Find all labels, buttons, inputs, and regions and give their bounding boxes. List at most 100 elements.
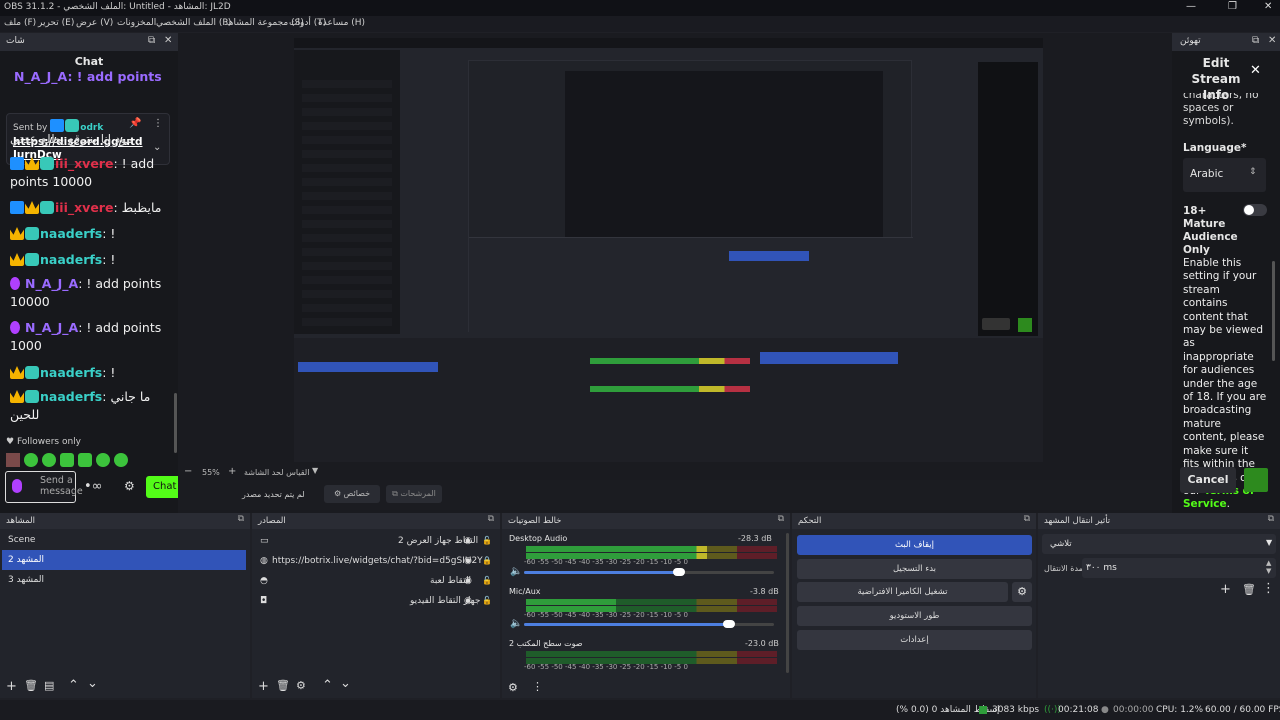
emote-row[interactable] [6, 453, 156, 467]
volume-knob[interactable] [673, 568, 685, 576]
trash-icon[interactable]: 🗑 [1242, 583, 1256, 596]
source-item[interactable]: ◓ التقاط لعبة ◉ 🔓 [252, 571, 496, 591]
move-down-icon[interactable]: ⌄ [340, 676, 351, 691]
float-icon[interactable]: ⧉ [1268, 514, 1274, 524]
context-bar: لم يتم تحديد مصدر ⚙ خصائص ⧉ المرشحات [178, 480, 1172, 510]
zoom-mode[interactable]: القياس لحد الشاشة [244, 468, 309, 477]
float-icon[interactable]: ⧉ [1024, 514, 1030, 524]
settings-button[interactable]: إعدادات [797, 630, 1032, 650]
move-up-icon[interactable]: ⌃ [322, 678, 333, 693]
menu-profile[interactable]: الملف الشخصي (P) [156, 18, 231, 28]
language-select[interactable]: Arabic ⇕ [1183, 158, 1266, 192]
more-icon[interactable]: ⋮ [532, 680, 543, 693]
properties-button[interactable]: ⚙ خصائص [324, 485, 380, 503]
studio-mode-button[interactable]: طور الاستوديو [797, 606, 1032, 626]
live-time: 00:21:08 [1058, 705, 1099, 715]
eye-icon[interactable]: ◉ [464, 531, 472, 551]
menu-docks[interactable]: المخزونات [117, 18, 156, 28]
filter-icon[interactable]: ▤ [44, 679, 54, 692]
source-item[interactable]: ▭ التقاط جهاز العرض 2 ◉ 🔓 [252, 531, 496, 551]
close-icon[interactable]: ✕ [1264, 1, 1272, 12]
mixer-scrollbar[interactable] [786, 533, 789, 673]
move-up-icon[interactable]: ⌃ [68, 678, 79, 693]
zoom-out-icon[interactable]: − [184, 466, 192, 477]
save-button[interactable] [1244, 468, 1268, 492]
track-name: صوت سطح المكتب 2 [509, 639, 583, 648]
points-icon[interactable]: •∞ [84, 479, 103, 494]
add-icon[interactable]: + [258, 679, 269, 694]
zoom-in-icon[interactable]: + [228, 466, 236, 477]
scene-item[interactable]: المشهد 2 [2, 550, 246, 570]
record-time: 00:00:00 [1113, 705, 1154, 715]
speaker-icon[interactable]: 🔈 [510, 618, 522, 629]
float-icon[interactable]: ⧉ [238, 514, 244, 524]
float-icon[interactable]: ⧉ [1252, 35, 1259, 46]
chat-input[interactable]: Send a message [5, 471, 83, 503]
level-meter-fill [526, 599, 617, 605]
trash-icon[interactable]: 🗑 [24, 679, 38, 692]
pin-icon[interactable]: 📌 [129, 118, 141, 129]
chevron-down-icon[interactable]: ⌄ [153, 142, 161, 153]
add-icon[interactable]: + [1220, 582, 1231, 597]
eye-icon[interactable]: ◉ [464, 571, 472, 591]
lock-icon[interactable]: 🔒 [482, 551, 492, 571]
volume-knob[interactable] [723, 620, 735, 628]
sub-badge-icon [25, 390, 39, 403]
minimize-icon[interactable]: — [1186, 1, 1196, 12]
maximize-icon[interactable]: ❐ [1228, 1, 1237, 12]
gear-icon[interactable]: ⚙ [296, 679, 306, 692]
stop-stream-button[interactable]: إيقاف البث [797, 535, 1032, 555]
add-icon[interactable]: + [6, 679, 17, 694]
eye-icon[interactable]: ◉ [464, 551, 472, 571]
lock-icon[interactable]: 🔓 [482, 571, 492, 591]
gear-icon[interactable]: ⚙ [1012, 582, 1032, 602]
menu-file[interactable]: ملف (F) [4, 18, 36, 28]
move-down-icon[interactable]: ⌄ [87, 676, 98, 691]
gear-icon[interactable]: ⚙ [124, 479, 135, 493]
source-item[interactable]: ◘ جهاز التقاط الفيديو ◉ 🔓 [252, 591, 496, 611]
source-item[interactable]: ◍ https://botrix.live/widgets/chat/?bid=… [252, 551, 496, 571]
close-icon[interactable]: ✕ [1250, 63, 1261, 78]
chevron-down-icon[interactable]: ▼ [312, 466, 318, 475]
menu-edit[interactable]: تحرير (E) [38, 18, 74, 28]
close-dock-icon[interactable]: ✕ [164, 35, 172, 46]
close-dock-icon[interactable]: ✕ [1268, 35, 1276, 46]
crown-badge-icon [10, 390, 24, 403]
more-icon[interactable]: ⋮ [1262, 581, 1275, 596]
scene-item[interactable]: Scene [2, 530, 246, 550]
menu-scene-collection[interactable]: مجموعة المشاهد (S) [224, 18, 304, 28]
lock-icon[interactable]: 🔓 [482, 591, 492, 611]
float-icon[interactable]: ⧉ [778, 514, 784, 524]
start-recording-button[interactable]: بدء التسجيل [797, 559, 1032, 579]
float-icon[interactable]: ⧉ [488, 514, 494, 524]
nested-preview [468, 60, 913, 333]
wrench-badge-icon [10, 157, 24, 170]
trash-icon[interactable]: 🗑 [276, 679, 290, 692]
mature-toggle[interactable] [1243, 204, 1267, 216]
sub-badge-icon [25, 253, 39, 266]
chat-send-button[interactable]: Chat [146, 476, 178, 498]
eye-icon[interactable]: ◉ [464, 591, 472, 611]
float-icon[interactable]: ⧉ [148, 35, 155, 46]
spinner-icon[interactable]: ▲ ▼ [1266, 559, 1271, 575]
menu-view[interactable]: عرض (V) [76, 18, 113, 28]
more-icon[interactable]: ⋮ [153, 118, 163, 129]
cancel-button[interactable]: Cancel [1180, 467, 1236, 493]
filters-button[interactable]: ⧉ المرشحات [386, 485, 442, 503]
chat-scrollbar[interactable] [174, 393, 177, 453]
no-source-label: لم يتم تحديد مصدر [242, 490, 305, 499]
sub-badge-icon [40, 201, 54, 214]
volume-slider[interactable] [524, 620, 774, 628]
volume-slider[interactable] [524, 568, 774, 576]
scene-item[interactable]: المشهد 3 [2, 570, 246, 590]
stream-info-scrollbar[interactable] [1272, 261, 1275, 361]
virtual-camera-button[interactable]: تشغيل الكاميرا الافتراضية [797, 582, 1008, 602]
preview-canvas[interactable] [294, 38, 1043, 462]
speaker-icon[interactable]: 🔈 [510, 566, 522, 577]
transition-select[interactable]: تلاشي ▼ [1042, 534, 1276, 554]
lock-icon[interactable]: 🔓 [482, 531, 492, 551]
duration-input[interactable]: ٣٠٠ ms ▲ ▼ [1082, 558, 1276, 578]
status-bar: إسقاط المشاهد 0 (0.0 %) 3083 kbps ((·)) … [0, 700, 1280, 720]
globe-icon: ◍ [260, 556, 268, 566]
gear-icon[interactable]: ⚙ [508, 681, 518, 694]
